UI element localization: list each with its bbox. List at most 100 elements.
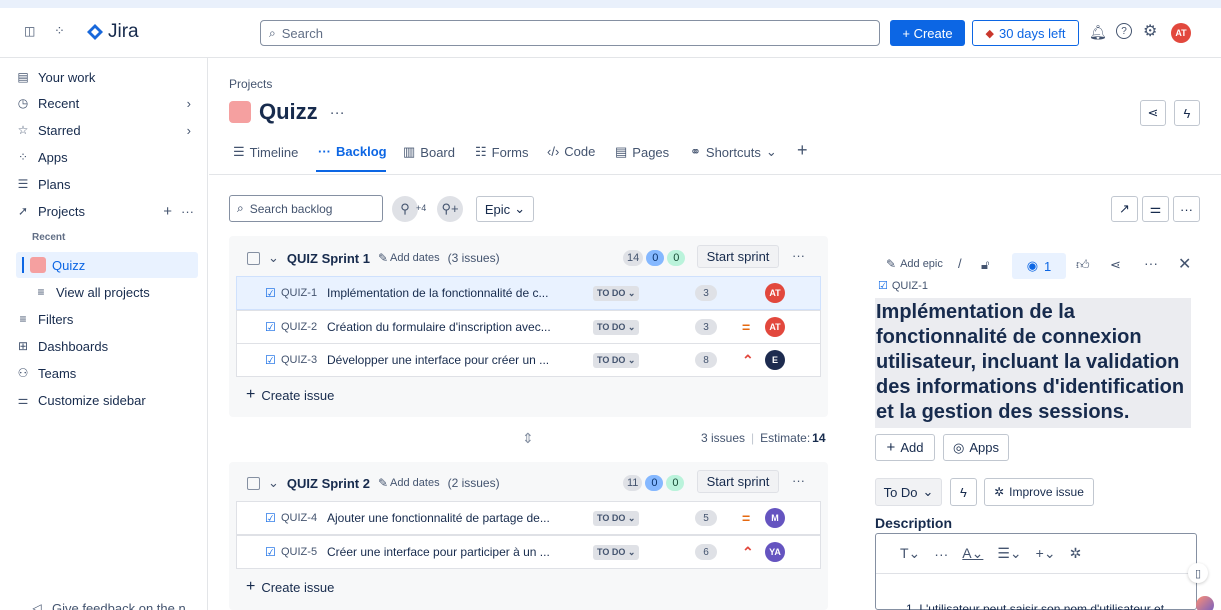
assignee-avatar[interactable]: AT [765,283,785,303]
status-dropdown[interactable]: TO DO ⌄ [593,544,640,560]
assignee-avatar[interactable]: M [765,508,785,528]
sidebar-item-teams[interactable]: ⚇ Teams [16,362,77,384]
tab-code[interactable]: ‹/› Code [547,144,595,159]
ai-sparkle-icon[interactable]: ✲ [1070,545,1082,562]
more-icon[interactable]: ··· [1144,255,1158,271]
trial-button[interactable]: ◆ 30 days left [972,20,1079,46]
story-points[interactable]: 6 [695,544,717,560]
settings-gear-icon[interactable]: ⚙ [1143,21,1157,41]
issue-key-link[interactable]: ☑ QUIZ-1 [878,279,928,293]
watch-button[interactable]: ◉ 1 [1012,253,1066,279]
issue-key[interactable]: QUIZ-5 [281,546,317,558]
story-points[interactable]: 3 [695,319,717,335]
story-points[interactable]: 3 [695,285,717,301]
table-row[interactable]: ☑ QUIZ-2 Création du formulaire d'inscri… [236,310,821,344]
sidebar-item-customize[interactable]: ⚌ Customize sidebar [16,389,146,411]
status-dropdown[interactable]: To Do ⌄ [875,478,942,506]
lock-icon[interactable]: 🔓︎ [981,257,989,273]
text-style-icon[interactable]: T⌄ [900,545,920,562]
give-feedback-link[interactable]: ◁ Give feedback on the n... [30,597,196,610]
issue-title[interactable]: Implémentation de la fonctionnalité de c… [875,298,1191,428]
profile-avatar[interactable]: AT [1171,23,1191,43]
sprint-more-icon[interactable]: ··· [792,248,805,263]
sidebar-item-dashboards[interactable]: ⊞ Dashboards [16,335,108,357]
issue-summary[interactable]: Développer une interface pour créer un .… [327,353,549,367]
assignee-avatar[interactable]: E [765,350,785,370]
add-people-button[interactable]: ⚲+ [437,196,463,222]
status-dropdown[interactable]: TO DO ⌄ [593,285,640,301]
view-settings-button[interactable]: ⚌ [1142,196,1169,222]
more-actions-icon[interactable]: ··· [330,104,345,121]
assignee-filter-avatar[interactable]: ⚲ [392,196,418,222]
global-search-input[interactable]: ⌕ Search [260,20,880,46]
tab-backlog[interactable]: ··· Backlog [318,144,387,159]
drag-handle-icon[interactable]: ⇕ [522,430,534,447]
status-dropdown[interactable]: TO DO ⌄ [593,319,640,335]
status-dropdown[interactable]: TO DO ⌄ [593,510,640,526]
assistant-orb-icon[interactable] [1196,596,1214,610]
description-editor[interactable]: T⌄ ··· A⌄ ☰⌄ +⌄ ✲ 1. L'utilisateur peut … [875,533,1197,610]
list-icon[interactable]: ☰⌄ [997,545,1021,562]
table-row[interactable]: ☑ QUIZ-3 Développer une interface pour c… [236,343,821,377]
chevron-down-icon[interactable]: ⌄ [268,250,279,266]
status-dropdown[interactable]: TO DO ⌄ [593,352,640,368]
sidebar-item-apps[interactable]: ⁘ Apps [16,146,68,168]
issue-summary[interactable]: Implémentation de la fonctionnalité de c… [327,286,548,300]
more-avatars-count[interactable]: +4 [416,203,426,213]
help-icon[interactable]: ? [1116,23,1132,39]
add-tab-button[interactable]: + [797,140,808,161]
issue-key[interactable]: QUIZ-2 [281,321,317,333]
insert-icon[interactable]: +⌄ [1036,545,1056,562]
tab-shortcuts[interactable]: ⚭ Shortcuts ⌄ [690,144,777,160]
sidebar-item-your-work[interactable]: ▤ Your work [16,66,95,88]
issue-key[interactable]: QUIZ-3 [281,354,317,366]
improve-issue-button[interactable]: ✲ Improve issue [984,478,1094,506]
share-icon[interactable]: ⋖ [1110,257,1121,273]
thumbs-up-icon[interactable]: 👍︎ [1076,257,1090,273]
sidebar-item-projects[interactable]: ➚ Projects + ··· [16,200,194,222]
jira-logo[interactable]: Jira [86,21,139,43]
chevron-down-icon[interactable]: ⌄ [268,475,279,491]
table-row[interactable]: ☑ QUIZ-1 Implémentation de la fonctionna… [236,276,821,310]
sidebar-item-view-all-projects[interactable]: ≡ View all projects [34,281,149,303]
sidebar-item-starred[interactable]: ☆ Starred › [16,119,191,141]
assignee-avatar[interactable]: AT [765,317,785,337]
more-options-button[interactable]: ··· [1173,196,1200,222]
issue-summary[interactable]: Création du formulaire d'inscription ave… [327,320,551,334]
story-points[interactable]: 8 [695,352,717,368]
text-color-icon[interactable]: A⌄ [962,545,983,562]
search-backlog-input[interactable]: ⌕ Search backlog [229,195,383,222]
add-project-icon[interactable]: + [163,203,172,220]
issue-summary[interactable]: Créer une interface pour participer à un… [327,545,550,559]
insights-button[interactable]: ↗ [1111,196,1138,222]
table-row[interactable]: ☑ QUIZ-5 Créer une interface pour partic… [236,535,821,569]
create-issue-button-2[interactable]: + Create issue [246,578,334,596]
assignee-avatar[interactable]: YA [765,542,785,562]
close-icon[interactable]: ✕ [1178,254,1191,274]
sprint-checkbox[interactable] [247,251,260,265]
app-switcher-icon[interactable]: ⁘ [54,23,65,39]
start-sprint-button[interactable]: Start sprint [697,470,779,493]
more-formatting-icon[interactable]: ··· [934,546,948,562]
sidebar-recent-project-quizz[interactable]: Quizz [16,252,198,278]
tab-pages[interactable]: ▤ Pages [615,144,669,160]
more-icon[interactable]: ··· [181,204,194,219]
automation-button[interactable]: ϟ [950,478,977,506]
breadcrumb[interactable]: Projects [229,77,272,91]
notifications-bell-icon[interactable]: 🔔︎ [1089,24,1107,41]
sprint-checkbox[interactable] [247,476,260,490]
sidebar-item-recent[interactable]: ◷ Recent › [16,92,191,114]
automation-button[interactable]: ϟ [1174,100,1200,126]
share-button[interactable]: ⋖ [1140,100,1166,126]
tab-forms[interactable]: ☷ Forms [475,144,529,160]
start-sprint-button[interactable]: Start sprint [697,245,779,268]
side-panel-toggle-icon[interactable]: ▯ [1188,563,1208,583]
story-points[interactable]: 5 [695,510,717,526]
add-dates-link[interactable]: Add dates [390,477,440,489]
create-button[interactable]: + Create [890,20,965,46]
epic-filter-dropdown[interactable]: Epic ⌄ [476,196,534,222]
create-issue-button-1[interactable]: + Create issue [246,386,334,404]
collapse-sidebar-icon[interactable]: ◫ [24,24,35,38]
issue-summary[interactable]: Ajouter une fonctionnalité de partage de… [327,511,550,525]
tab-timeline[interactable]: ☰ Timeline [233,144,298,160]
